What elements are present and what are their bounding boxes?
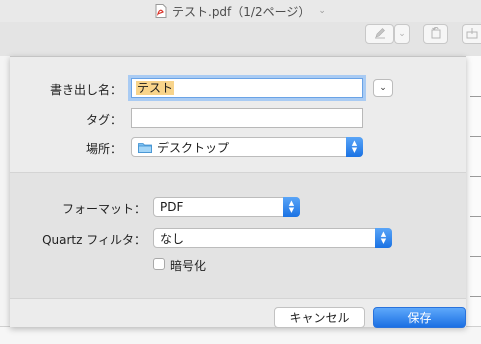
folder-icon [138, 142, 152, 153]
title-bar: テスト.pdf（1/2ページ） ⌄ [0, 0, 481, 22]
expand-sheet-button[interactable]: ⌄ [373, 79, 393, 97]
save-as-field[interactable]: テスト [131, 78, 363, 98]
window-title-area[interactable]: テスト.pdf（1/2ページ） ⌄ [155, 3, 326, 19]
title-chevron-icon: ⌄ [318, 6, 326, 16]
encrypt-checkbox[interactable] [153, 258, 165, 270]
window-title: テスト.pdf（1/2ページ） [172, 4, 311, 19]
format-value: PDF [160, 200, 184, 214]
save-button[interactable]: 保存 [373, 307, 466, 328]
quartz-filter-popup[interactable]: なし ▲ ▼ [153, 228, 392, 248]
quartz-filter-label: Quartz フィルタ： [42, 233, 146, 247]
encrypt-label[interactable]: 暗号化 [170, 257, 206, 274]
chevron-down-icon: ⌄ [398, 29, 406, 39]
popup-stepper-icon: ▲ ▼ [375, 228, 392, 248]
pdf-file-icon [155, 4, 167, 18]
where-popup[interactable]: デスクトップ ▲ ▼ [131, 137, 363, 157]
where-value: デスクトップ [157, 140, 230, 155]
popup-stepper-icon: ▲ ▼ [283, 197, 300, 217]
chevron-down-icon: ⌄ [379, 83, 387, 93]
document-page-right-edge [466, 56, 481, 343]
markup-menu-button[interactable]: ⌄ [394, 24, 410, 44]
share-button[interactable] [462, 24, 481, 44]
tags-field[interactable] [131, 108, 363, 128]
save-as-value: テスト [136, 81, 175, 95]
quartz-filter-value: なし [160, 231, 185, 246]
tags-label: タグ： [85, 113, 122, 127]
markup-button[interactable] [365, 24, 394, 44]
format-label: フォーマット： [61, 202, 146, 216]
rotate-icon [430, 26, 442, 42]
pen-icon [374, 27, 386, 42]
format-popup[interactable]: PDF ▲ ▼ [153, 197, 300, 217]
document-page-bottom-edge [0, 326, 481, 344]
share-icon [466, 27, 478, 42]
rotate-button[interactable] [423, 24, 448, 44]
save-as-label: 書き出し名： [49, 83, 122, 97]
popup-stepper-icon: ▲ ▼ [346, 137, 363, 157]
cancel-button[interactable]: キャンセル [274, 307, 365, 328]
where-label: 場所： [85, 142, 122, 156]
